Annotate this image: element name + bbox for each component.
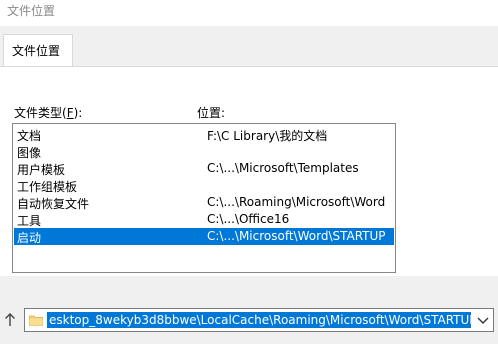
up-arrow-icon[interactable] bbox=[4, 312, 16, 328]
file-type-cell: 启动 bbox=[17, 231, 42, 245]
list-item[interactable]: 用户模板 C:\...\Microsoft\Templates bbox=[14, 160, 394, 177]
file-type-cell: 用户模板 bbox=[17, 163, 66, 177]
tab-file-locations[interactable]: 文件位置 bbox=[3, 34, 73, 67]
location-label: 位置: bbox=[197, 106, 226, 120]
file-type-cell: 图像 bbox=[17, 146, 42, 160]
chevron-down-icon[interactable] bbox=[473, 309, 493, 331]
file-type-cell: 工具 bbox=[17, 214, 42, 228]
location-cell: C:\...\Microsoft\Templates bbox=[207, 161, 359, 175]
location-cell: C:\...\Microsoft\Word\STARTUP bbox=[207, 229, 386, 243]
list-item[interactable]: 自动恢复文件 C:\...\Roaming\Microsoft\Word bbox=[14, 194, 394, 211]
location-cell: F:\C Library\我的文档 bbox=[207, 129, 328, 143]
tab-label: 文件位置 bbox=[12, 44, 61, 58]
file-types-label-end: ): bbox=[73, 106, 83, 120]
list-item[interactable]: 图像 bbox=[14, 143, 394, 160]
file-types-label: 文件类型(F): bbox=[14, 104, 82, 121]
window-title: 文件位置 bbox=[7, 4, 56, 18]
file-locations-list[interactable]: 文档 F:\C Library\我的文档 图像 用户模板 C:\...\Micr… bbox=[12, 123, 396, 273]
file-types-label-text: 文件类型( bbox=[14, 106, 67, 120]
list-item[interactable]: 文档 F:\C Library\我的文档 bbox=[14, 126, 394, 143]
location-cell: C:\...\Office16 bbox=[207, 212, 290, 226]
tab-strip bbox=[0, 26, 498, 66]
folder-icon bbox=[29, 313, 43, 327]
title-bar: 文件位置 bbox=[0, 0, 498, 26]
list-item-selected[interactable]: 启动 C:\...\Microsoft\Word\STARTUP bbox=[14, 228, 394, 245]
location-cell: C:\...\Roaming\Microsoft\Word bbox=[207, 195, 386, 209]
folder-path-input[interactable]: esktop_8wekyb3d8bbwe\LocalCache\Roaming\… bbox=[47, 312, 471, 328]
list-item[interactable]: 工具 C:\...\Office16 bbox=[14, 211, 394, 228]
file-type-cell: 自动恢复文件 bbox=[17, 197, 90, 211]
list-item[interactable]: 工作组模板 bbox=[14, 177, 394, 194]
folder-path-combobox[interactable]: esktop_8wekyb3d8bbwe\LocalCache\Roaming\… bbox=[24, 308, 494, 332]
file-type-cell: 文档 bbox=[17, 129, 42, 143]
file-types-accelerator: F bbox=[66, 106, 74, 120]
file-type-cell: 工作组模板 bbox=[17, 180, 78, 194]
